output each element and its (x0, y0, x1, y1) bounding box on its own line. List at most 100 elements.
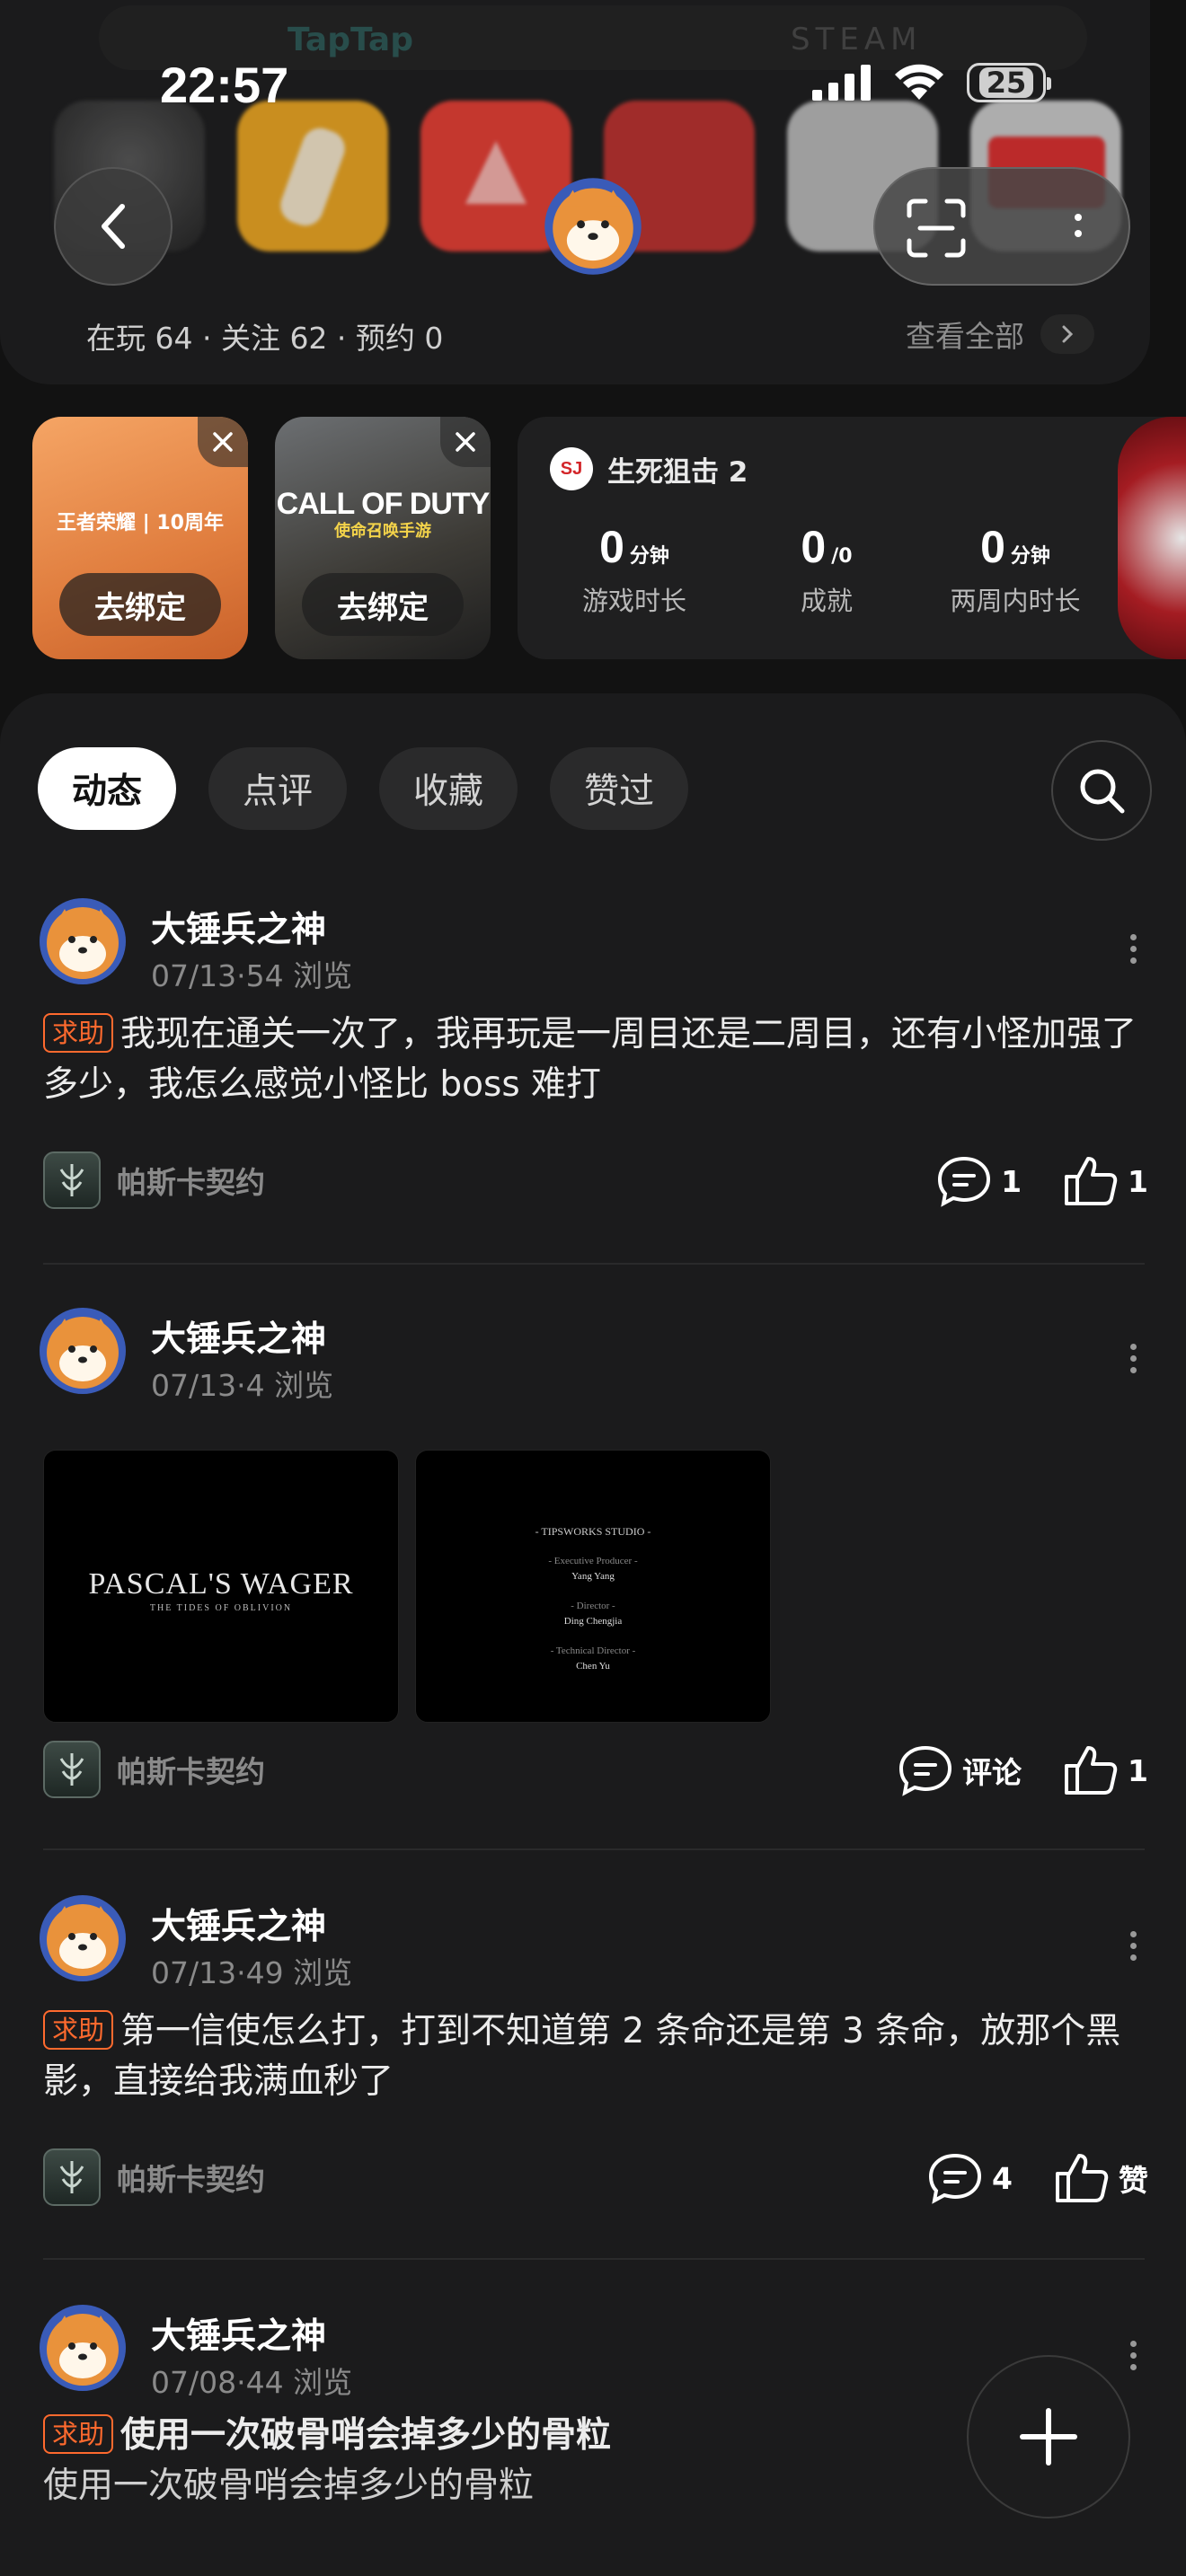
more-vertical-icon[interactable] (1128, 1926, 1137, 1966)
game-circle-link[interactable]: 帕斯卡契约 (43, 2148, 265, 2206)
credit-studio: - TIPSWORKS STUDIO - (535, 1525, 651, 1538)
game-circle-icon (43, 1151, 101, 1209)
post-title: 使用一次破骨哨会掉多少的骨粒 (120, 2415, 612, 2456)
game-circle-icon (43, 1741, 101, 1798)
stat-value: 0 (980, 522, 1005, 572)
post-meta: 07/13·54 浏览 (151, 958, 353, 993)
post-actions: 4 赞 (927, 2152, 1148, 2204)
next-card-peek[interactable] (1118, 417, 1186, 659)
post-footer: 帕斯卡契约 1 1 (43, 1151, 1148, 1214)
close-icon[interactable] (198, 417, 248, 467)
game-icon[interactable] (237, 101, 388, 251)
profile-header: TapTap STEAM 22:57 25 在玩 64 · 关注 62 · 预约… (0, 0, 1150, 384)
wifi-icon (895, 64, 943, 100)
comment-button[interactable]: 1 (936, 1155, 1022, 1207)
post-meta: 07/13·49 浏览 (151, 1955, 353, 1990)
post-image[interactable]: - TIPSWORKS STUDIO - - Executive Produce… (415, 1450, 771, 1723)
post-author[interactable]: 大锤兵之神 (151, 1899, 326, 1949)
post-content: 第一信使怎么打，打到不知道第 2 条命还是第 3 条命，放那个黑影，直接给我满血… (43, 2011, 1121, 2102)
post-actions: 1 1 (936, 1155, 1148, 1207)
avatar[interactable] (543, 176, 643, 277)
avatar[interactable] (38, 1306, 128, 1396)
tab-moments[interactable]: 动态 (38, 747, 177, 830)
status-icons: 25 (812, 63, 1051, 102)
search-icon (1080, 769, 1125, 814)
like-count: 1 (1128, 1163, 1148, 1199)
game-circle-link[interactable]: 帕斯卡契约 (43, 1151, 265, 1209)
back-button[interactable] (54, 167, 173, 286)
help-tag: 求助 (43, 2414, 114, 2454)
game-stats-title: SJ 生死狙击 2 (550, 447, 748, 490)
close-icon[interactable] (440, 417, 491, 467)
bind-button[interactable]: 去绑定 (302, 573, 464, 636)
search-button[interactable] (1051, 740, 1152, 841)
tab-liked[interactable]: 赞过 (550, 747, 689, 830)
feed-panel: 动态 点评 收藏 赞过 大锤兵之神 07/13·54 浏览 求助 我现在通关一次了… (0, 693, 1186, 2576)
view-all-link[interactable]: 查看全部 (906, 313, 1094, 356)
bind-button[interactable]: 去绑定 (59, 573, 221, 636)
ghost-tab-steam: STEAM (791, 22, 923, 57)
thumbs-up-icon (1065, 1157, 1118, 1205)
tab-favorites[interactable]: 收藏 (379, 747, 518, 830)
post-meta: 07/13·4 浏览 (151, 1368, 334, 1403)
battery-level: 25 (978, 67, 1034, 98)
game-brand-title: CALL OF DUTY (276, 487, 491, 521)
comment-count: 1 (1001, 1163, 1022, 1199)
view-all-label: 查看全部 (906, 319, 1024, 354)
like-button[interactable]: 1 (1063, 1155, 1148, 1207)
plus-icon (1020, 2408, 1077, 2466)
divider (43, 2258, 1145, 2260)
like-button[interactable]: 1 (1063, 1744, 1148, 1796)
comment-button[interactable]: 4 (927, 2152, 1013, 2204)
thumbs-up-icon (1056, 2154, 1109, 2202)
comment-icon (938, 1156, 991, 1207)
bind-card-honor-of-kings[interactable]: 王者荣耀 | 10周年 去绑定 (32, 417, 248, 659)
game-circle-link[interactable]: 帕斯卡契约 (43, 1741, 265, 1798)
avatar[interactable] (38, 2303, 128, 2393)
stat-unit: 分钟 (629, 545, 669, 568)
more-vertical-icon[interactable] (1128, 929, 1137, 969)
like-count: 赞 (1119, 2163, 1148, 2198)
post-author[interactable]: 大锤兵之神 (151, 2308, 326, 2359)
post-author[interactable]: 大锤兵之神 (151, 902, 326, 952)
post-author[interactable]: 大锤兵之神 (151, 1311, 326, 1362)
stat-label: 成就 (800, 586, 853, 616)
more-vertical-icon[interactable] (1128, 2335, 1137, 2376)
ghost-tab-taptap: TapTap (288, 22, 413, 58)
image-subtitle-text: THE TIDES OF OBLIVION (149, 1603, 293, 1613)
status-time: 22:57 (160, 57, 289, 113)
credit-role: - Executive Producer - (548, 1556, 638, 1566)
comment-icon (929, 2153, 982, 2204)
like-count: 1 (1128, 1752, 1148, 1788)
post-text[interactable]: 求助 第一信使怎么打，打到不知道第 2 条命还是第 3 条命，放那个黑影，直接给我… (43, 2007, 1157, 2107)
credit-role: - Technical Director - (550, 1645, 636, 1656)
stat-play-time: 0 分钟 游戏时长 (535, 521, 733, 618)
more-vertical-icon[interactable] (1128, 1338, 1137, 1379)
more-vertical-icon[interactable] (1073, 205, 1084, 246)
image-title-text: PASCAL'S WAGER (88, 1567, 354, 1601)
comment-count: 4 (992, 2160, 1013, 2196)
divider (43, 1263, 1145, 1265)
stat-unit: 分钟 (1010, 545, 1050, 568)
create-post-button[interactable] (967, 2355, 1130, 2519)
like-button[interactable]: 赞 (1054, 2152, 1148, 2204)
post-text[interactable]: 求助 我现在通关一次了，我再玩是一周目还是二周目，还有小怪加强了多少，我怎么感觉小… (43, 1010, 1157, 1110)
help-tag: 求助 (43, 1013, 114, 1053)
comment-button[interactable]: 评论 (898, 1744, 1022, 1796)
avatar[interactable] (38, 1893, 128, 1983)
post-image[interactable]: PASCAL'S WAGER THE TIDES OF OBLIVION (43, 1450, 399, 1723)
post-footer: 帕斯卡契约 4 赞 (43, 2148, 1148, 2211)
scan-icon[interactable] (902, 194, 970, 262)
game-name: 生死狙击 2 (607, 455, 748, 489)
bind-card-call-of-duty[interactable]: CALL OF DUTY 使命召唤手游 去绑定 (275, 417, 491, 659)
cellular-signal-icon (812, 65, 871, 101)
chevron-left-icon (102, 204, 125, 249)
tab-reviews[interactable]: 点评 (208, 747, 348, 830)
game-brand-label: 王者荣耀 | 10周年 (57, 512, 224, 534)
stat-two-week-time: 0 分钟 两周内时长 (916, 521, 1114, 618)
avatar[interactable] (38, 896, 128, 986)
post-content: 我现在通关一次了，我再玩是一周目还是二周目，还有小怪加强了多少，我怎么感觉小怪比… (43, 1014, 1137, 1105)
image-title: PASCAL'S WAGER THE TIDES OF OBLIVION (44, 1567, 398, 1613)
post-footer: 帕斯卡契约 评论 1 (43, 1741, 1148, 1804)
game-stats-card[interactable]: SJ 生死狙击 2 0 分钟 游戏时长 0/0 成就 0 分钟 两周内时长 (518, 417, 1186, 659)
